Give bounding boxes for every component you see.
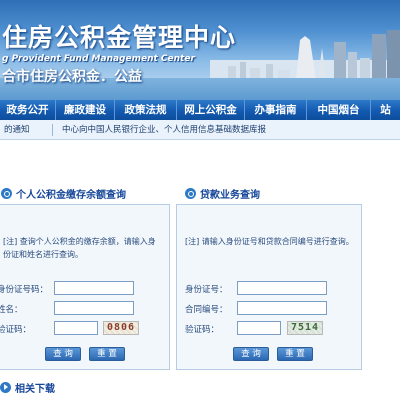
balance-query-panel: 个人公积金缴存余额查询 [注] 查询个人公积金的缴存余额，请输入身份证和姓名进行… <box>0 187 170 370</box>
loan-query-note: [注] 请输入身份证号和贷款合同编号进行查询。 <box>185 237 354 246</box>
loan-query-panel: 贷款业务查询 [注] 请输入身份证号和贷款合同编号进行查询。 身份证号： 合同编… <box>176 187 362 370</box>
reset-button[interactable]: 重 置 <box>89 347 125 361</box>
name-row: 姓名： <box>0 303 23 315</box>
loan-query-title: 贷款业务查询 <box>200 189 260 201</box>
contract-input[interactable] <box>237 301 327 315</box>
captcha-label: 验证码： <box>0 325 32 335</box>
id-number-label: 身份证号码： <box>0 285 49 295</box>
loan-reset-button[interactable]: 重 置 <box>277 347 313 361</box>
site-subtitle-english: g Provident Fund Management Center <box>2 54 195 64</box>
downloads-heading: 相关下载 <box>0 376 55 398</box>
downloads-title[interactable]: 相关下载 <box>15 380 55 395</box>
header-banner: 住房公积金管理中心 g Provident Fund Management Ce… <box>0 0 400 100</box>
notice-link-left[interactable]: 的通知 <box>4 120 30 139</box>
contract-label: 合同编号： <box>185 305 228 315</box>
search-icon <box>1 187 12 199</box>
site-title: 住房公积金管理中心 <box>2 23 237 52</box>
loan-captcha-image[interactable]: 7514 <box>287 321 323 335</box>
loan-id-input[interactable] <box>237 281 327 295</box>
nav-item-guide[interactable]: 办事指南 <box>245 100 307 120</box>
name-input[interactable] <box>54 301 134 315</box>
captcha-image[interactable]: 0806 <box>103 321 139 335</box>
loan-captcha-input[interactable] <box>237 321 281 335</box>
main-nav: 政务公开 廉政建设 政策法规 网上公积金 办事指南 中国烟台 站 <box>0 100 400 120</box>
nav-item-china-yantai[interactable]: 中国烟台 <box>307 100 371 120</box>
loan-id-label: 身份证号： <box>185 285 228 295</box>
captcha-row: 验证码： <box>0 323 31 335</box>
loan-query-heading: 贷款业务查询 <box>185 183 260 203</box>
balance-query-title: 个人公积金缴存余额查询 <box>16 189 126 201</box>
loan-captcha-label: 验证码： <box>185 325 220 335</box>
nav-item-government-affairs[interactable]: 政务公开 <box>0 100 56 120</box>
name-label: 姓名： <box>0 305 23 315</box>
search-icon <box>185 187 196 199</box>
query-button[interactable]: 查 询 <box>45 347 81 361</box>
balance-query-note: [注] 查询个人公积金的缴存余额，请输入身份证和姓名进行查询。 <box>3 237 156 259</box>
captcha-input[interactable] <box>54 321 98 335</box>
nav-item-integrity[interactable]: 廉政建设 <box>56 100 115 120</box>
arrow-icon <box>0 381 11 393</box>
loan-id-row: 身份证号： <box>185 283 228 295</box>
notice-link-right[interactable]: 中心向中国人民银行企业、个人信用信息基础数据库报 <box>62 120 266 139</box>
contract-row: 合同编号： <box>185 303 228 315</box>
nav-item-online-fund[interactable]: 网上公积金 <box>177 100 245 120</box>
loan-query-button[interactable]: 查 询 <box>233 347 269 361</box>
balance-query-heading: 个人公积金缴存余额查询 <box>1 183 126 203</box>
id-number-row: 身份证号码： <box>0 283 48 295</box>
loan-captcha-row: 验证码： <box>185 323 219 335</box>
nav-item-site[interactable]: 站 <box>371 100 400 120</box>
id-number-input[interactable] <box>54 281 134 295</box>
notice-ticker: 的通知 中心向中国人民银行企业、个人信用信息基础数据库报 <box>0 120 400 140</box>
nav-item-policies[interactable]: 政策法规 <box>115 100 177 120</box>
site-slogan: 合市住房公积金．公益 <box>2 69 142 85</box>
notice-divider <box>52 124 53 136</box>
